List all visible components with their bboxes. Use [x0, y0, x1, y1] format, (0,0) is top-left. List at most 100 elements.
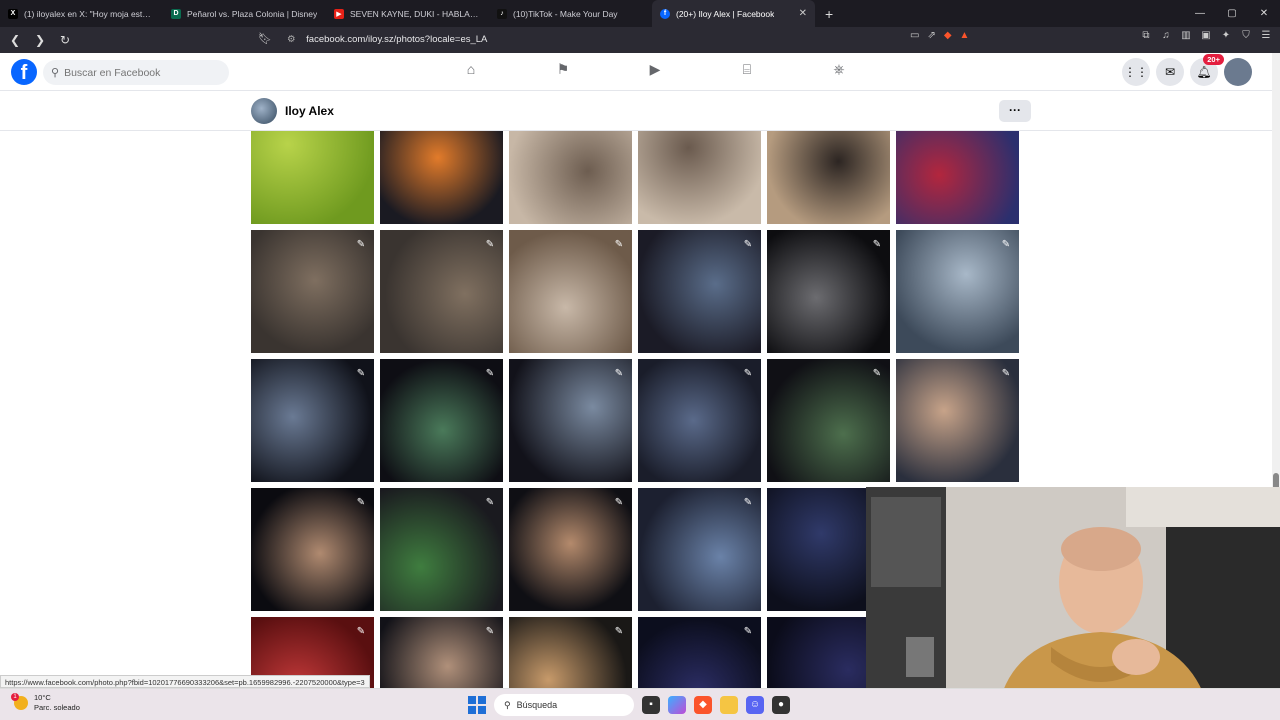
account-avatar[interactable]: [1224, 58, 1252, 86]
edit-pencil-icon[interactable]: ✎: [612, 367, 626, 381]
photo-thumbnail[interactable]: ✎: [509, 230, 632, 353]
screenshot-icon[interactable]: ⧉: [1140, 30, 1152, 42]
marketplace-icon[interactable]: ⌸: [701, 61, 793, 78]
vpn-icon[interactable]: ⛉: [1240, 30, 1252, 42]
menu-grid-icon[interactable]: ⋮⋮: [1122, 58, 1150, 86]
profile-avatar[interactable]: [251, 98, 277, 124]
forward-icon[interactable]: ❯: [30, 33, 50, 47]
close-tab-icon[interactable]: ✕: [799, 8, 807, 19]
tab-youtube[interactable]: ▶ SEVEN KAYNE, DUKI - HABLAMOS P: [326, 0, 489, 27]
menu-icon[interactable]: ☰: [1260, 30, 1272, 42]
edit-pencil-icon[interactable]: ✎: [354, 625, 368, 639]
facebook-logo[interactable]: f: [11, 59, 37, 85]
status-bar-url: https://www.facebook.com/photo.php?fbid=…: [0, 675, 370, 688]
photo-thumbnail[interactable]: ✎: [251, 230, 374, 353]
tab-tiktok[interactable]: ♪ (10)TikTok - Make Your Day: [489, 0, 652, 27]
photo-thumbnail[interactable]: [380, 131, 503, 224]
notifications-icon[interactable]: 🔔︎ 20+: [1190, 54, 1224, 86]
browser-tab-strip: X (1) iloyalex en X: "Hoy moja este pen …: [0, 0, 1280, 27]
tab-disney[interactable]: D Peñarol vs. Plaza Colonia | Disney: [163, 0, 326, 27]
brave-browser-icon[interactable]: ◆: [694, 696, 712, 714]
sidebar-icon[interactable]: ▥: [1180, 30, 1192, 42]
tab-label: (10)TikTok - Make Your Day: [513, 8, 618, 19]
photo-thumbnail[interactable]: ✎: [638, 617, 761, 688]
close-window-icon[interactable]: ✕: [1248, 0, 1280, 27]
music-icon[interactable]: ♫: [1160, 30, 1172, 42]
edit-pencil-icon[interactable]: ✎: [612, 625, 626, 639]
edit-pencil-icon[interactable]: ✎: [354, 496, 368, 510]
new-tab-button[interactable]: +: [815, 6, 843, 22]
photo-thumbnail[interactable]: ✎: [896, 230, 1019, 353]
edit-pencil-icon[interactable]: ✎: [483, 496, 497, 510]
photo-thumbnail[interactable]: ✎: [251, 359, 374, 482]
photo-thumbnail[interactable]: [251, 131, 374, 224]
photo-thumbnail[interactable]: ✎: [251, 488, 374, 611]
taskbar-search[interactable]: ⚲ Búsqueda: [494, 694, 634, 716]
edit-pencil-icon[interactable]: ✎: [999, 367, 1013, 381]
copilot-icon[interactable]: [668, 696, 686, 714]
photo-thumbnail[interactable]: [638, 131, 761, 224]
windows-start-icon[interactable]: [468, 696, 486, 714]
edit-pencil-icon[interactable]: ✎: [741, 625, 755, 639]
maximize-icon[interactable]: ▢: [1216, 0, 1248, 27]
edit-pencil-icon[interactable]: ✎: [354, 238, 368, 252]
tab-x[interactable]: X (1) iloyalex en X: "Hoy moja este pen: [0, 0, 163, 27]
brave-shields-icon[interactable]: ◆: [944, 30, 952, 41]
photo-thumbnail[interactable]: [509, 131, 632, 224]
task-view-icon[interactable]: ▪: [642, 696, 660, 714]
wallet-icon[interactable]: ▣: [1200, 30, 1212, 42]
obs-icon[interactable]: ●: [772, 696, 790, 714]
edit-pencil-icon[interactable]: ✎: [483, 625, 497, 639]
edit-pencil-icon[interactable]: ✎: [612, 238, 626, 252]
edit-pencil-icon[interactable]: ✎: [741, 238, 755, 252]
edit-pencil-icon[interactable]: ✎: [741, 367, 755, 381]
photo-thumbnail[interactable]: ✎: [638, 488, 761, 611]
back-icon[interactable]: ❮: [5, 33, 25, 47]
photo-thumbnail[interactable]: [896, 131, 1019, 224]
photo-thumbnail[interactable]: ✎: [380, 230, 503, 353]
toolbar-icons: ⧉ ♫ ▥ ▣ ✦ ⛉ ☰: [1140, 30, 1272, 42]
minimize-icon[interactable]: —: [1184, 0, 1216, 27]
edit-pencil-icon[interactable]: ✎: [483, 367, 497, 381]
cast-icon[interactable]: ▭: [910, 30, 919, 41]
edit-pencil-icon[interactable]: ✎: [999, 238, 1013, 252]
edit-pencil-icon[interactable]: ✎: [483, 238, 497, 252]
share-icon[interactable]: ⇗: [927, 30, 935, 41]
photo-thumbnail[interactable]: ✎: [509, 488, 632, 611]
discord-icon[interactable]: ☺: [746, 696, 764, 714]
photo-thumbnail[interactable]: [767, 131, 890, 224]
tab-facebook[interactable]: f (20+) Iloy Alex | Facebook ✕: [652, 0, 815, 27]
address-bar[interactable]: ⚙ facebook.com/iloy.sz/photos?locale=es_…: [287, 31, 487, 49]
photo-thumbnail[interactable]: ✎: [767, 359, 890, 482]
edit-pencil-icon[interactable]: ✎: [870, 238, 884, 252]
search-input[interactable]: [64, 66, 215, 79]
video-icon[interactable]: ▶: [609, 61, 701, 78]
facebook-search[interactable]: ⚲: [43, 60, 229, 85]
photo-thumbnail[interactable]: ✎: [767, 230, 890, 353]
brave-rewards-icon[interactable]: ▲: [960, 30, 970, 41]
edit-pencil-icon[interactable]: ✎: [741, 496, 755, 510]
edit-pencil-icon[interactable]: ✎: [612, 496, 626, 510]
edit-pencil-icon[interactable]: ✎: [870, 367, 884, 381]
more-options-button[interactable]: ···: [999, 100, 1031, 122]
profile-name[interactable]: Iloy Alex: [285, 104, 334, 118]
site-info-icon[interactable]: ⚙: [287, 34, 296, 45]
home-icon[interactable]: ⌂: [425, 61, 517, 78]
reload-icon[interactable]: ↻: [55, 33, 75, 47]
file-explorer-icon[interactable]: [720, 696, 738, 714]
photo-thumbnail[interactable]: ✎: [509, 617, 632, 688]
photo-thumbnail[interactable]: ✎: [638, 230, 761, 353]
pages-flag-icon[interactable]: ⚑: [517, 61, 609, 78]
leo-ai-icon[interactable]: ✦: [1220, 30, 1232, 42]
edit-pencil-icon[interactable]: ✎: [354, 367, 368, 381]
photo-thumbnail[interactable]: ✎: [380, 488, 503, 611]
photo-thumbnail[interactable]: ✎: [896, 359, 1019, 482]
messenger-icon[interactable]: ✉: [1156, 58, 1184, 86]
photo-thumbnail[interactable]: ✎: [380, 617, 503, 688]
photo-thumbnail[interactable]: ✎: [509, 359, 632, 482]
weather-widget[interactable]: 1 10°C Parc. soleado: [11, 693, 80, 713]
photo-thumbnail[interactable]: ✎: [380, 359, 503, 482]
bookmark-icon[interactable]: 🔖︎: [258, 32, 272, 46]
gaming-icon[interactable]: ⎈: [793, 61, 885, 78]
photo-thumbnail[interactable]: ✎: [638, 359, 761, 482]
